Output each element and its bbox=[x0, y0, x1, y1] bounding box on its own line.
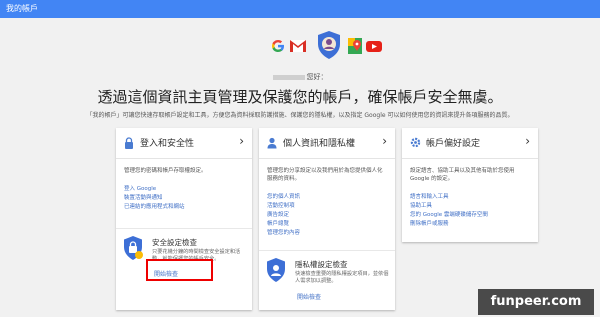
shield-user-icon bbox=[318, 31, 340, 59]
card-title: 個人資訊和隱私權 bbox=[283, 139, 356, 149]
gmail-icon bbox=[290, 40, 306, 52]
card-description: 管理您的密碼和帳戶存取權設定。 bbox=[124, 168, 207, 174]
card-description: 設定語言、協助工具以及其他有助於您使用 Google 的設定。 bbox=[410, 168, 515, 182]
greeting-text: 您好： bbox=[306, 73, 328, 81]
link-manage-content[interactable]: 管理您的內容 bbox=[267, 229, 387, 238]
top-bar: 我的帳戶 bbox=[0, 0, 600, 18]
link-accessibility[interactable]: 協助工具 bbox=[410, 202, 530, 211]
page-subtext: 「我的帳戶」可讓您快速存取帳戶設定和工具，方便您為資料採取防護措施、保護您的隱私… bbox=[86, 112, 514, 119]
shield-person-icon bbox=[267, 258, 285, 282]
link-delete-account[interactable]: 刪除帳戶或服務 bbox=[410, 220, 530, 229]
privacy-checkup: 隱私權設定檢查 快速檢查重要的隱私權設定項目，並依個人需求加以調整。 開始檢查 bbox=[259, 250, 395, 311]
watermark: funpeer.com bbox=[478, 289, 594, 315]
chevron-right-icon[interactable]: › bbox=[239, 134, 244, 148]
google-g-icon bbox=[272, 40, 284, 52]
link-sign-in-google[interactable]: 登入 Google bbox=[124, 185, 244, 194]
card-links: 您的個人資訊 活動控制項 廣告設定 帳戶總覽 管理您的內容 bbox=[259, 183, 395, 238]
card-account-preferences: 帳戶偏好設定 › 設定語言、協助工具以及其他有助於您使用 Google 的設定。… bbox=[402, 128, 538, 242]
highlight-box bbox=[146, 259, 213, 281]
link-language-input[interactable]: 語言和輸入工具 bbox=[410, 193, 530, 202]
shield-lock-icon bbox=[124, 236, 143, 260]
card-title: 登入和安全性 bbox=[140, 139, 195, 149]
chevron-right-icon[interactable]: › bbox=[525, 134, 530, 148]
link-ad-settings[interactable]: 廣告設定 bbox=[267, 211, 387, 220]
gear-icon bbox=[410, 137, 421, 148]
checkup-description: 快速檢查重要的隱私權設定項目，並依個人需求加以調整。 bbox=[295, 271, 389, 284]
checkup-title: 安全設定檢查 bbox=[152, 238, 197, 247]
start-checkup-link[interactable]: 開始檢查 bbox=[297, 292, 321, 301]
maps-icon bbox=[348, 38, 362, 54]
card-sign-in-security: 登入和安全性 › 管理您的密碼和帳戶存取權設定。 登入 Google 裝置活動與… bbox=[116, 128, 252, 310]
link-activity-controls[interactable]: 活動控制項 bbox=[267, 202, 387, 211]
product-icons bbox=[270, 30, 390, 62]
youtube-icon bbox=[366, 41, 382, 52]
greeting: 您好： bbox=[0, 72, 600, 82]
card-description: 管理您的分享設定以及我們用於為您提供個人化服務的資料。 bbox=[267, 168, 383, 182]
card-header-sign-in-security[interactable]: 登入和安全性 › bbox=[116, 128, 252, 159]
link-drive-storage[interactable]: 您的 Google 雲端硬碟儲存空間 bbox=[410, 211, 530, 220]
link-personal-info[interactable]: 您的個人資訊 bbox=[267, 193, 387, 202]
link-device-activity[interactable]: 裝置活動與通知 bbox=[124, 194, 244, 203]
person-icon bbox=[267, 137, 277, 149]
card-header-personal-info[interactable]: 個人資訊和隱私權 › bbox=[259, 128, 395, 159]
link-connected-apps[interactable]: 已連結的應用程式和網站 bbox=[124, 203, 244, 212]
card-title: 帳戶偏好設定 bbox=[426, 139, 481, 149]
page-headline: 透過這個資訊主頁管理及保護您的帳戶，確保帳戶安全無虞。 bbox=[97, 88, 503, 106]
card-header-account-preferences[interactable]: 帳戶偏好設定 › bbox=[402, 128, 538, 159]
card-links: 語言和輸入工具 協助工具 您的 Google 雲端硬碟儲存空間 刪除帳戶或服務 bbox=[402, 183, 538, 229]
card-personal-info-privacy: 個人資訊和隱私權 › 管理您的分享設定以及我們用於為您提供個人化服務的資料。 您… bbox=[259, 128, 395, 310]
lock-icon bbox=[125, 137, 133, 149]
card-links: 登入 Google 裝置活動與通知 已連結的應用程式和網站 bbox=[116, 175, 252, 212]
app-title: 我的帳戶 bbox=[6, 4, 38, 13]
chevron-right-icon[interactable]: › bbox=[382, 134, 387, 148]
checkup-title: 隱私權設定檢查 bbox=[295, 260, 348, 269]
link-account-overview[interactable]: 帳戶總覽 bbox=[267, 220, 387, 229]
user-name-redacted bbox=[272, 74, 305, 80]
